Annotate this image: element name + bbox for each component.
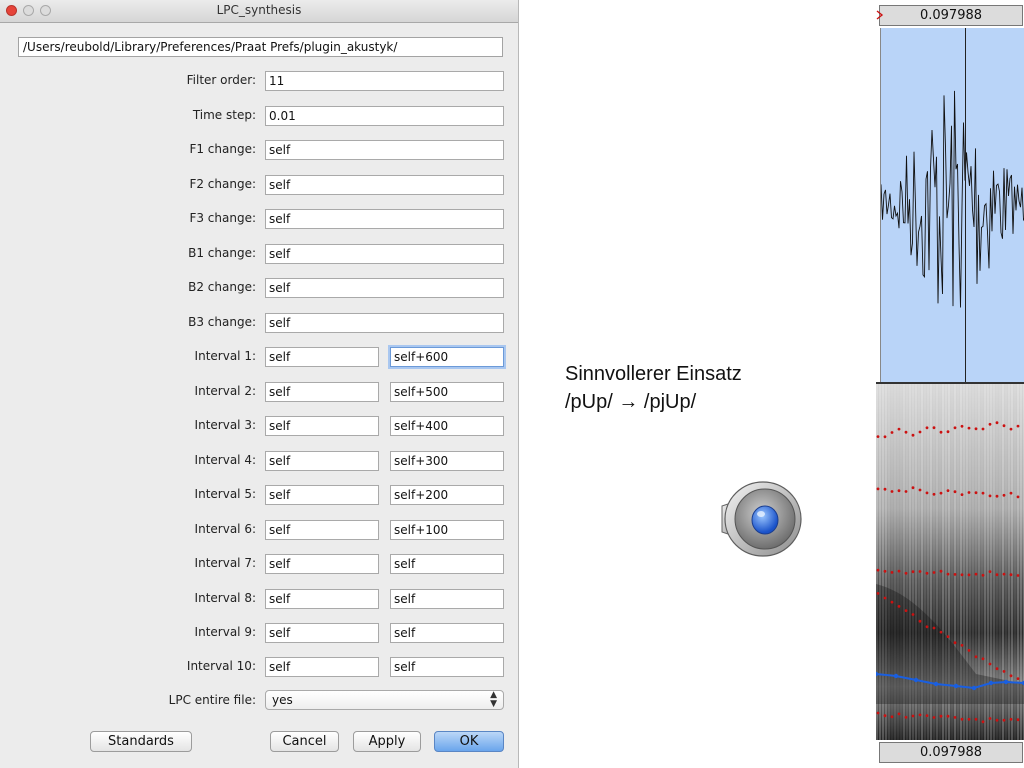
interval-6-to-field[interactable]: self+100 bbox=[390, 520, 504, 540]
interval-6-from-field[interactable]: self bbox=[265, 520, 379, 540]
interval-7-label: Interval 7: bbox=[194, 556, 256, 570]
cursor-line bbox=[965, 28, 966, 382]
slide-caption: Sinnvollerer Einsatz /pUp/ → /pjUp/ bbox=[565, 360, 742, 416]
f3-change-field[interactable]: self bbox=[265, 209, 504, 229]
f1-change-label: F1 change: bbox=[189, 142, 256, 156]
b1-change-label: B1 change: bbox=[188, 246, 256, 260]
interval-9-label: Interval 9: bbox=[194, 625, 256, 639]
b3-change-field[interactable]: self bbox=[265, 313, 504, 333]
interval-2-from-field[interactable]: self bbox=[265, 382, 379, 402]
updown-arrows-icon: ▲ ▼ bbox=[490, 690, 497, 709]
interval-2-to-field[interactable]: self+500 bbox=[390, 382, 504, 402]
interval-5-from-field[interactable]: self bbox=[265, 485, 379, 505]
interval-1-label: Interval 1: bbox=[194, 349, 256, 363]
interval-5-label: Interval 5: bbox=[194, 487, 256, 501]
lpc-entire-file-label: LPC entire file: bbox=[168, 693, 256, 707]
time-step-label: Time step: bbox=[192, 108, 256, 122]
interval-4-to-field[interactable]: self+300 bbox=[390, 451, 504, 471]
interval-8-to-field[interactable]: self bbox=[390, 589, 504, 609]
interval-9-from-field[interactable]: self bbox=[265, 623, 379, 643]
f1-change-field[interactable]: self bbox=[265, 140, 504, 160]
interval-6-label: Interval 6: bbox=[194, 522, 256, 536]
interval-4-from-field[interactable]: self bbox=[265, 451, 379, 471]
interval-10-to-field[interactable]: self bbox=[390, 657, 504, 677]
interval-10-label: Interval 10: bbox=[186, 659, 256, 673]
interval-7-to-field[interactable]: self bbox=[390, 554, 504, 574]
speaker-icon[interactable] bbox=[716, 476, 806, 562]
interval-3-from-field[interactable]: self bbox=[265, 416, 379, 436]
window-title: LPC_synthesis bbox=[216, 3, 302, 17]
filter-order-field[interactable]: 11 bbox=[265, 71, 504, 91]
b2-change-field[interactable]: self bbox=[265, 278, 504, 298]
interval-5-to-field[interactable]: self+200 bbox=[390, 485, 504, 505]
interval-10-from-field[interactable]: self bbox=[265, 657, 379, 677]
b1-change-field[interactable]: self bbox=[265, 244, 504, 264]
plugin-path-field[interactable]: /Users/reubold/Library/Preferences/Praat… bbox=[18, 37, 503, 57]
interval-7-from-field[interactable]: self bbox=[265, 554, 379, 574]
b2-change-label: B2 change: bbox=[188, 280, 256, 294]
slide-caption-line-1: Sinnvollerer Einsatz bbox=[565, 363, 742, 385]
f2-change-label: F2 change: bbox=[189, 177, 256, 191]
interval-3-to-field[interactable]: self+400 bbox=[390, 416, 504, 436]
interval-9-to-field[interactable]: self bbox=[390, 623, 504, 643]
filter-order-label: Filter order: bbox=[186, 73, 256, 87]
cancel-button[interactable]: Cancel bbox=[270, 731, 339, 752]
slide-caption-line-2: /pUp/ → /pjUp/ bbox=[565, 391, 697, 413]
interval-2-label: Interval 2: bbox=[194, 384, 256, 398]
title-bar[interactable]: LPC_synthesis bbox=[0, 0, 518, 23]
cursor-time-top: 0.097988 bbox=[879, 5, 1023, 26]
lpc-entire-file-value: yes bbox=[272, 693, 293, 707]
standards-button[interactable]: Standards bbox=[90, 731, 192, 752]
interval-8-from-field[interactable]: self bbox=[265, 589, 379, 609]
time-step-field[interactable]: 0.01 bbox=[265, 106, 504, 126]
interval-8-label: Interval 8: bbox=[194, 591, 256, 605]
lpc-synthesis-dialog: LPC_synthesis /Users/reubold/Library/Pre… bbox=[0, 0, 519, 768]
interval-3-label: Interval 3: bbox=[194, 418, 256, 432]
apply-button[interactable]: Apply bbox=[353, 731, 421, 752]
spectrogram[interactable] bbox=[876, 384, 1024, 740]
interval-1-to-field[interactable]: self+600 bbox=[390, 347, 504, 367]
b3-change-label: B3 change: bbox=[188, 315, 256, 329]
cursor-time-bottom: 0.097988 bbox=[879, 742, 1023, 763]
waveform bbox=[880, 90, 1024, 308]
left-marker-icon bbox=[876, 10, 884, 20]
ok-button[interactable]: OK bbox=[434, 731, 504, 752]
f3-change-label: F3 change: bbox=[189, 211, 256, 225]
lpc-entire-file-select[interactable]: yes ▲ ▼ bbox=[265, 690, 504, 710]
interval-4-label: Interval 4: bbox=[194, 453, 256, 467]
f2-change-field[interactable]: self bbox=[265, 175, 504, 195]
sound-editor-strip: 0.097988 0.097988 bbox=[876, 0, 1024, 768]
waveform-selection[interactable] bbox=[880, 28, 1024, 382]
interval-1-from-field[interactable]: self bbox=[265, 347, 379, 367]
